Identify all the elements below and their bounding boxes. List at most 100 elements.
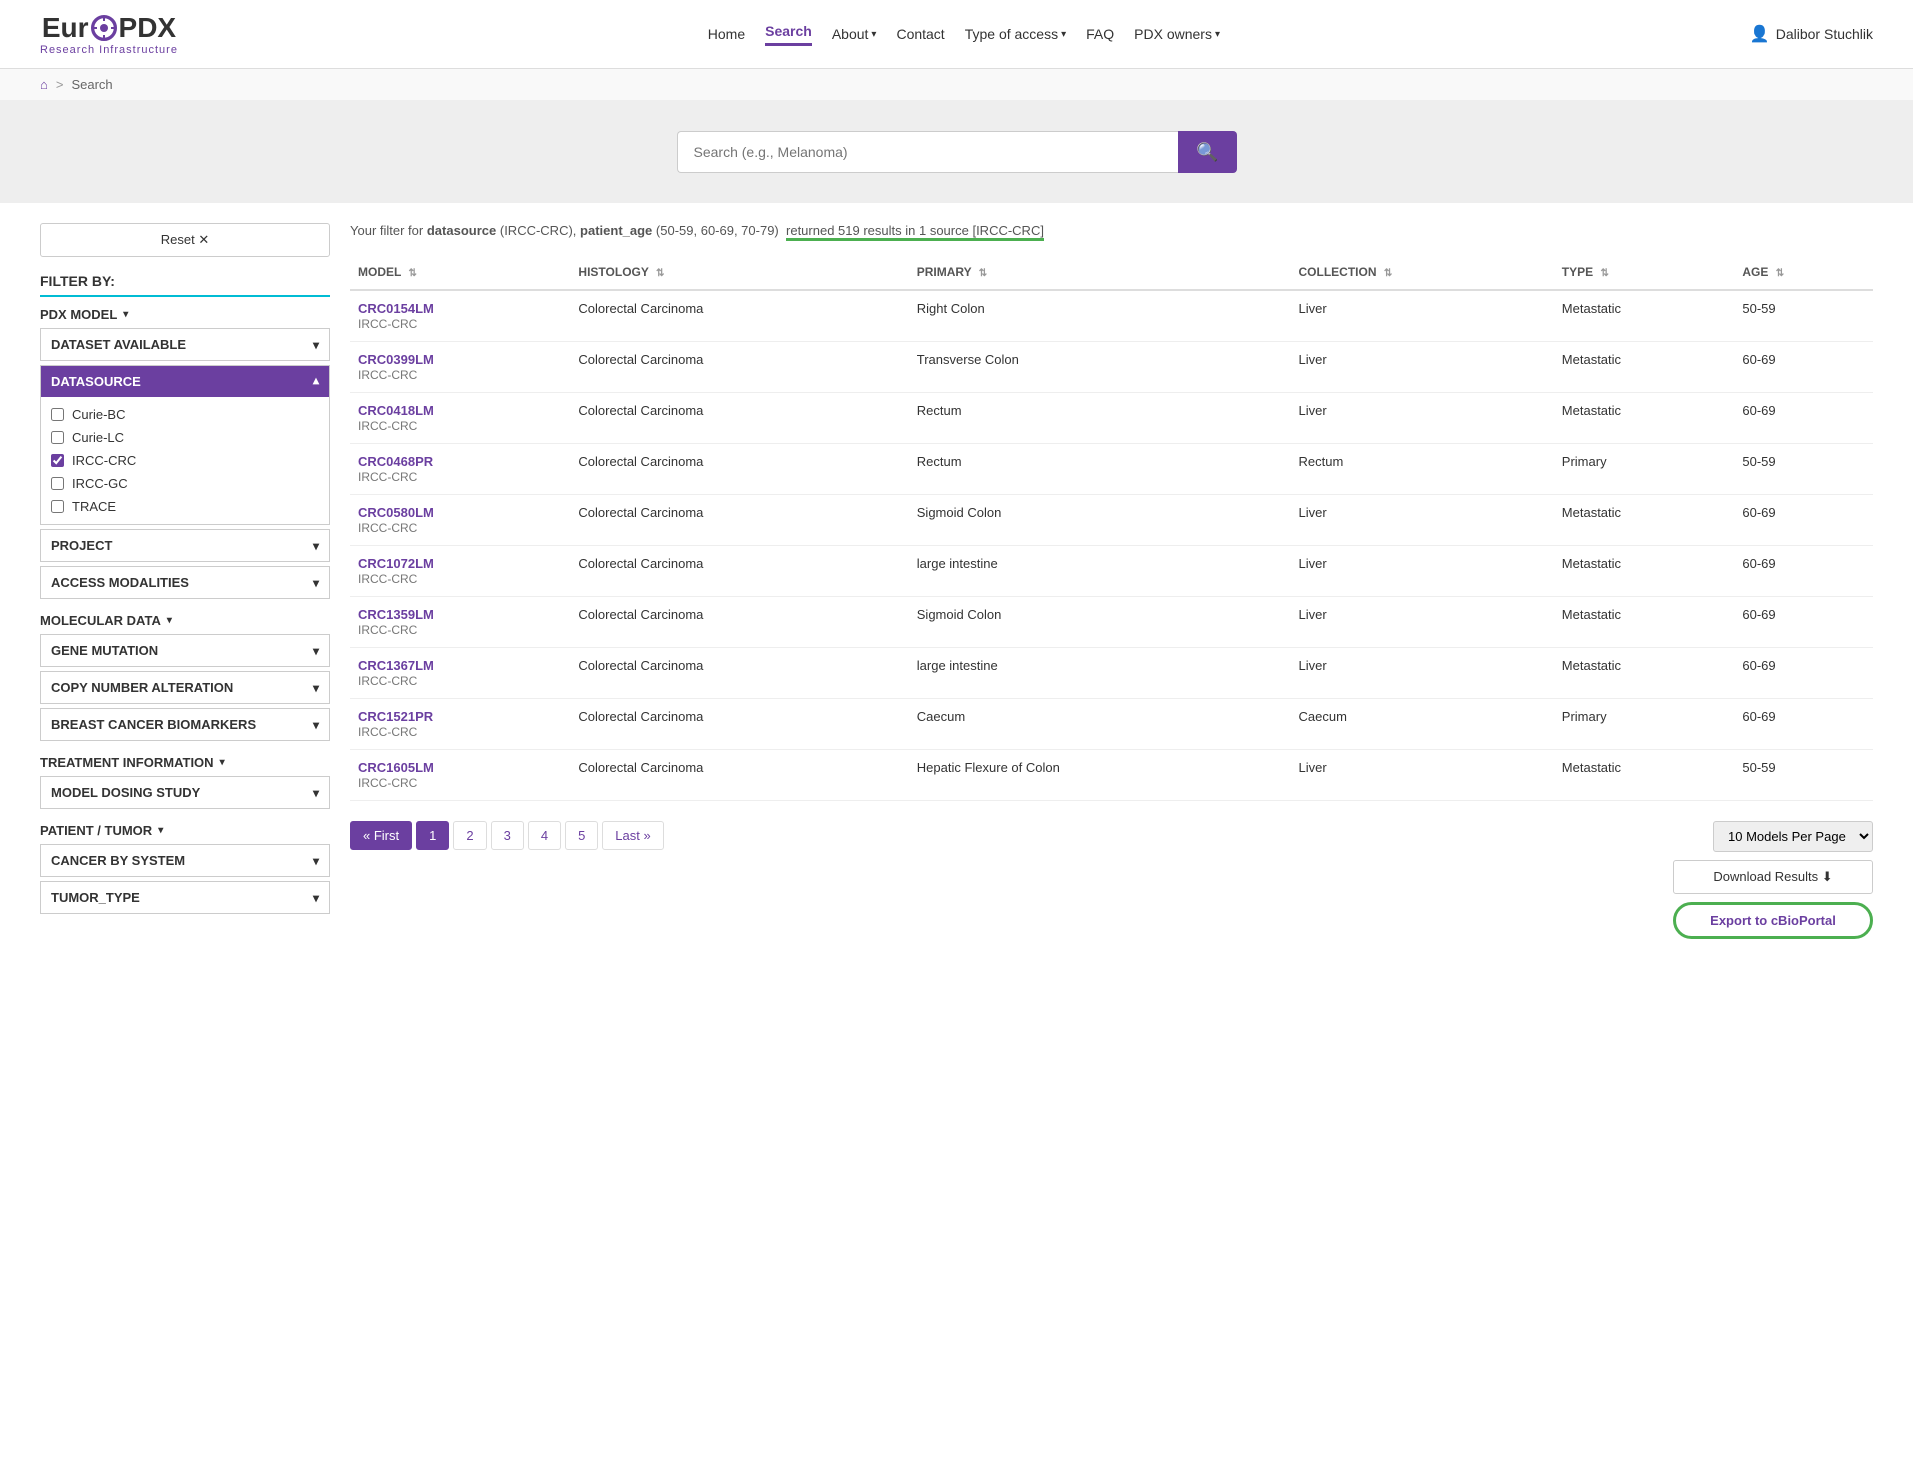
copy-number-alteration-header[interactable]: COPY NUMBER ALTERATION ▾ xyxy=(41,672,329,703)
ircc-gc-checkbox[interactable] xyxy=(51,477,64,490)
primary-cell: large intestine xyxy=(909,546,1291,597)
search-button[interactable]: 🔍 xyxy=(1178,131,1236,173)
age-cell: 60-69 xyxy=(1734,648,1873,699)
type-access-chevron-icon: ▾ xyxy=(1061,29,1066,40)
collection-cell: Liver xyxy=(1290,495,1553,546)
col-histology[interactable]: HISTOLOGY ⇅ xyxy=(570,255,908,290)
model-link[interactable]: CRC1359LM xyxy=(358,607,562,622)
model-link[interactable]: CRC1521PR xyxy=(358,709,562,724)
col-age[interactable]: AGE ⇅ xyxy=(1734,255,1873,290)
col-primary[interactable]: PRIMARY ⇅ xyxy=(909,255,1291,290)
dataset-available-accordion: DATASET AVAILABLE ▾ xyxy=(40,328,330,361)
page-1-button[interactable]: 1 xyxy=(416,821,449,850)
table-row: CRC1367LM IRCC-CRC Colorectal Carcinoma … xyxy=(350,648,1873,699)
trace-checkbox[interactable] xyxy=(51,500,64,513)
histology-cell: Colorectal Carcinoma xyxy=(570,342,908,393)
type-cell: Metastatic xyxy=(1554,495,1735,546)
project-header[interactable]: PROJECT ▾ xyxy=(41,530,329,561)
collection-cell: Liver xyxy=(1290,750,1553,801)
breast-cancer-biomarkers-header[interactable]: BREAST CANCER BIOMARKERS ▾ xyxy=(41,709,329,740)
user-area[interactable]: 👤 Dalibor Stuchlik xyxy=(1750,24,1873,44)
results-area: Your filter for datasource (IRCC-CRC), p… xyxy=(350,223,1873,939)
model-link[interactable]: CRC0580LM xyxy=(358,505,562,520)
datasource-label: datasource xyxy=(427,223,496,238)
gene-mutation-header[interactable]: GENE MUTATION ▾ xyxy=(41,635,329,666)
pdx-model-section: PDX MODEL ▾ DATASET AVAILABLE ▾ DATASOUR… xyxy=(40,307,330,599)
reset-button[interactable]: Reset ✕ xyxy=(40,223,330,257)
right-actions: 10 Models Per Page Download Results ⬇ Ex… xyxy=(1673,821,1873,939)
model-link[interactable]: CRC0468PR xyxy=(358,454,562,469)
collection-cell: Liver xyxy=(1290,290,1553,342)
breadcrumb-current: Search xyxy=(71,77,112,92)
access-modalities-header[interactable]: ACCESS MODALITIES ▾ xyxy=(41,567,329,598)
model-link[interactable]: CRC0399LM xyxy=(358,352,562,367)
table-row: CRC1359LM IRCC-CRC Colorectal Carcinoma … xyxy=(350,597,1873,648)
nav-contact[interactable]: Contact xyxy=(896,26,944,42)
primary-cell: Rectum xyxy=(909,444,1291,495)
collection-cell: Liver xyxy=(1290,393,1553,444)
age-cell: 60-69 xyxy=(1734,699,1873,750)
curie-bc-checkbox[interactable] xyxy=(51,408,64,421)
datasource-header[interactable]: DATASOURCE ▾ xyxy=(41,366,329,397)
dataset-available-header[interactable]: DATASET AVAILABLE ▾ xyxy=(41,329,329,360)
filter-option-ircc-crc[interactable]: IRCC-CRC xyxy=(51,449,319,472)
histology-cell: Colorectal Carcinoma xyxy=(570,444,908,495)
table-row: CRC0468PR IRCC-CRC Colorectal Carcinoma … xyxy=(350,444,1873,495)
filter-option-trace[interactable]: TRACE xyxy=(51,495,319,518)
nav-home[interactable]: Home xyxy=(708,26,745,42)
filter-option-curie-bc[interactable]: Curie-BC xyxy=(51,403,319,426)
nav-pdx-owners[interactable]: PDX owners ▾ xyxy=(1134,26,1220,42)
ircc-crc-checkbox[interactable] xyxy=(51,454,64,467)
col-model[interactable]: MODEL ⇅ xyxy=(350,255,570,290)
primary-cell: Hepatic Flexure of Colon xyxy=(909,750,1291,801)
nav-search[interactable]: Search xyxy=(765,23,812,46)
model-link[interactable]: CRC0418LM xyxy=(358,403,562,418)
model-source: IRCC-CRC xyxy=(358,623,417,637)
model-link[interactable]: CRC1367LM xyxy=(358,658,562,673)
model-sort-icon: ⇅ xyxy=(408,268,416,279)
model-link[interactable]: CRC1072LM xyxy=(358,556,562,571)
nav-faq[interactable]: FAQ xyxy=(1086,26,1114,42)
age-cell: 50-59 xyxy=(1734,290,1873,342)
tumor-type-header[interactable]: TUMOR_TYPE ▾ xyxy=(41,882,329,913)
pagination-first[interactable]: « First xyxy=(350,821,412,850)
search-input[interactable] xyxy=(677,131,1179,173)
primary-cell: Rectum xyxy=(909,393,1291,444)
table-row: CRC0399LM IRCC-CRC Colorectal Carcinoma … xyxy=(350,342,1873,393)
collection-cell: Liver xyxy=(1290,648,1553,699)
download-button[interactable]: Download Results ⬇ xyxy=(1673,860,1873,894)
filter-option-curie-lc[interactable]: Curie-LC xyxy=(51,426,319,449)
col-type[interactable]: TYPE ⇅ xyxy=(1554,255,1735,290)
filter-option-ircc-gc[interactable]: IRCC-GC xyxy=(51,472,319,495)
type-cell: Primary xyxy=(1554,444,1735,495)
nav-about[interactable]: About ▾ xyxy=(832,26,877,42)
main-nav: Home Search About ▾ Contact Type of acce… xyxy=(708,23,1220,46)
age-cell: 60-69 xyxy=(1734,495,1873,546)
export-cbio-button[interactable]: Export to cBioPortal xyxy=(1673,902,1873,939)
logo-subtitle: Research Infrastructure xyxy=(40,44,178,56)
gene-mutation-chevron-icon: ▾ xyxy=(313,644,319,658)
treatment-header[interactable]: TREATMENT INFORMATION ▾ xyxy=(40,755,330,770)
model-dosing-study-header[interactable]: MODEL DOSING STUDY ▾ xyxy=(41,777,329,808)
model-link[interactable]: CRC1605LM xyxy=(358,760,562,775)
molecular-data-section: MOLECULAR DATA ▾ GENE MUTATION ▾ COPY NU… xyxy=(40,613,330,741)
treatment-chevron-icon: ▾ xyxy=(220,757,225,768)
page-4-button[interactable]: 4 xyxy=(528,821,561,850)
nav-type-of-access[interactable]: Type of access ▾ xyxy=(965,26,1066,42)
pagination-last[interactable]: Last » xyxy=(602,821,663,850)
histology-cell: Colorectal Carcinoma xyxy=(570,393,908,444)
per-page-select[interactable]: 10 Models Per Page xyxy=(1713,821,1873,852)
patient-tumor-header[interactable]: PATIENT / TUMOR ▾ xyxy=(40,823,330,838)
breadcrumb-home[interactable]: ⌂ xyxy=(40,77,48,92)
page-2-button[interactable]: 2 xyxy=(453,821,486,850)
page-5-button[interactable]: 5 xyxy=(565,821,598,850)
col-collection[interactable]: COLLECTION ⇅ xyxy=(1290,255,1553,290)
pdx-model-header[interactable]: PDX MODEL ▾ xyxy=(40,307,330,322)
type-cell: Metastatic xyxy=(1554,342,1735,393)
model-link[interactable]: CRC0154LM xyxy=(358,301,562,316)
cancer-by-system-header[interactable]: CANCER BY SYSTEM ▾ xyxy=(41,845,329,876)
molecular-data-header[interactable]: MOLECULAR DATA ▾ xyxy=(40,613,330,628)
main-content: Reset ✕ FILTER BY: PDX MODEL ▾ DATASET A… xyxy=(0,203,1913,959)
curie-lc-checkbox[interactable] xyxy=(51,431,64,444)
page-3-button[interactable]: 3 xyxy=(491,821,524,850)
